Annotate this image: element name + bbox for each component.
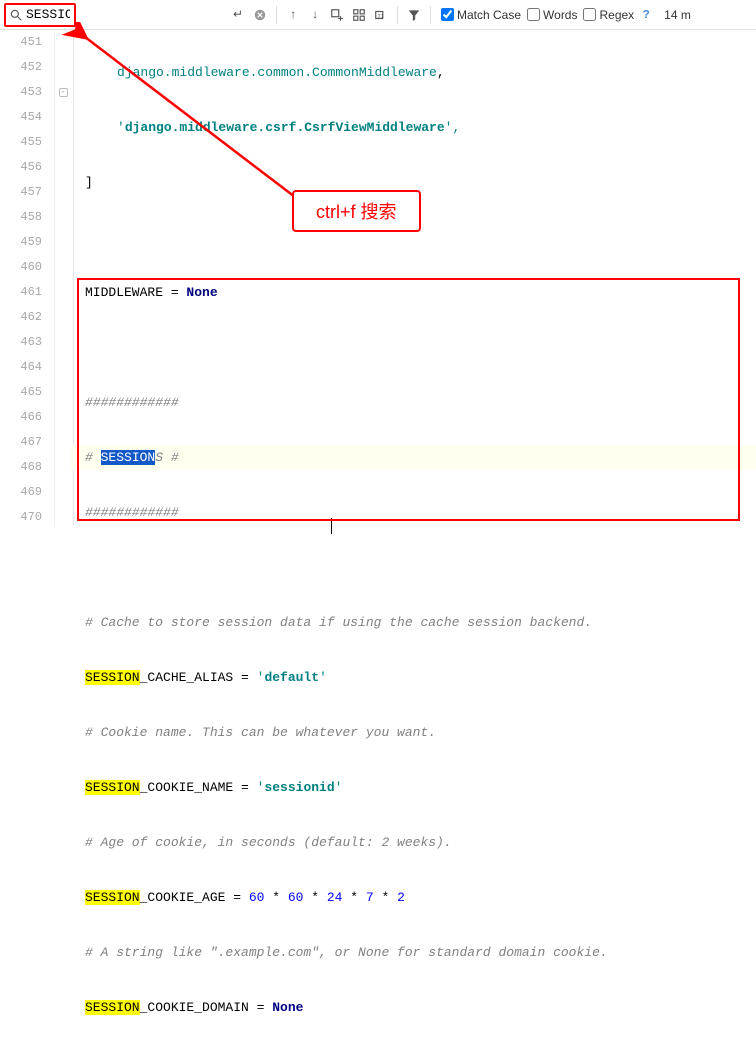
code-line-current: # SESSIONS # <box>71 445 756 470</box>
code-line: # A string like ".example.com", or None … <box>71 940 756 965</box>
help-icon[interactable]: ? <box>636 5 656 25</box>
line-gutter: 451452453454 455456457458 459460461462 4… <box>0 30 55 525</box>
search-field-wrap <box>4 3 76 27</box>
search-icon <box>8 7 24 23</box>
words-input[interactable] <box>527 8 540 21</box>
code-line: SESSION_COOKIE_DOMAIN = None <box>71 995 756 1020</box>
code-line <box>71 335 756 360</box>
match-case-label: Match Case <box>457 8 521 22</box>
match-case-input[interactable] <box>441 8 454 21</box>
regex-label: Regex <box>599 8 634 22</box>
words-checkbox[interactable]: Words <box>527 8 577 22</box>
clear-icon[interactable] <box>250 5 270 25</box>
search-input[interactable] <box>24 7 72 22</box>
find-toolbar: ↵ ↑ ↓ II Match Case Words Regex ? 14 m <box>0 0 756 30</box>
prev-match-icon[interactable]: ↑ <box>283 5 303 25</box>
code-line: # Cache to store session data if using t… <box>71 610 756 635</box>
svg-text:II: II <box>378 13 384 19</box>
select-occurrence-icon[interactable]: II <box>371 5 391 25</box>
fold-mark-icon[interactable]: - <box>59 88 68 97</box>
separator <box>276 6 277 24</box>
code-line: # Age of cookie, in seconds (default: 2 … <box>71 830 756 855</box>
separator <box>430 6 431 24</box>
code-line: ############ <box>71 500 756 525</box>
code-line: SESSION_COOKIE_AGE = 60 * 60 * 24 * 7 * … <box>71 885 756 910</box>
select-all-icon[interactable] <box>349 5 369 25</box>
code-line: 'django.middleware.csrf.CsrfViewMiddlewa… <box>71 115 756 140</box>
regex-input[interactable] <box>583 8 596 21</box>
code-line: SESSION_COOKIE_NAME = 'sessionid' <box>71 775 756 800</box>
separator <box>397 6 398 24</box>
code-line: ############ <box>71 390 756 415</box>
newline-icon[interactable]: ↵ <box>228 5 248 25</box>
code-editor[interactable]: 451452453454 455456457458 459460461462 4… <box>0 30 756 525</box>
code-line: # Cookie name. This can be whatever you … <box>71 720 756 745</box>
code-line: django.middleware.common.CommonMiddlewar… <box>71 60 756 85</box>
add-selection-icon[interactable] <box>327 5 347 25</box>
code-line: MIDDLEWARE = None <box>71 280 756 305</box>
code-line: SESSION_CACHE_ALIAS = 'default' <box>71 665 756 690</box>
next-match-icon[interactable]: ↓ <box>305 5 325 25</box>
match-case-checkbox[interactable]: Match Case <box>441 8 521 22</box>
match-count: 14 m <box>664 8 691 22</box>
code-area[interactable]: django.middleware.common.CommonMiddlewar… <box>71 30 756 525</box>
filter-icon[interactable] <box>404 5 424 25</box>
code-line <box>71 555 756 580</box>
fold-gutter: - <box>55 30 71 525</box>
regex-checkbox[interactable]: Regex <box>583 8 634 22</box>
annotation-label: ctrl+f 搜索 <box>292 190 421 232</box>
words-label: Words <box>543 8 577 22</box>
